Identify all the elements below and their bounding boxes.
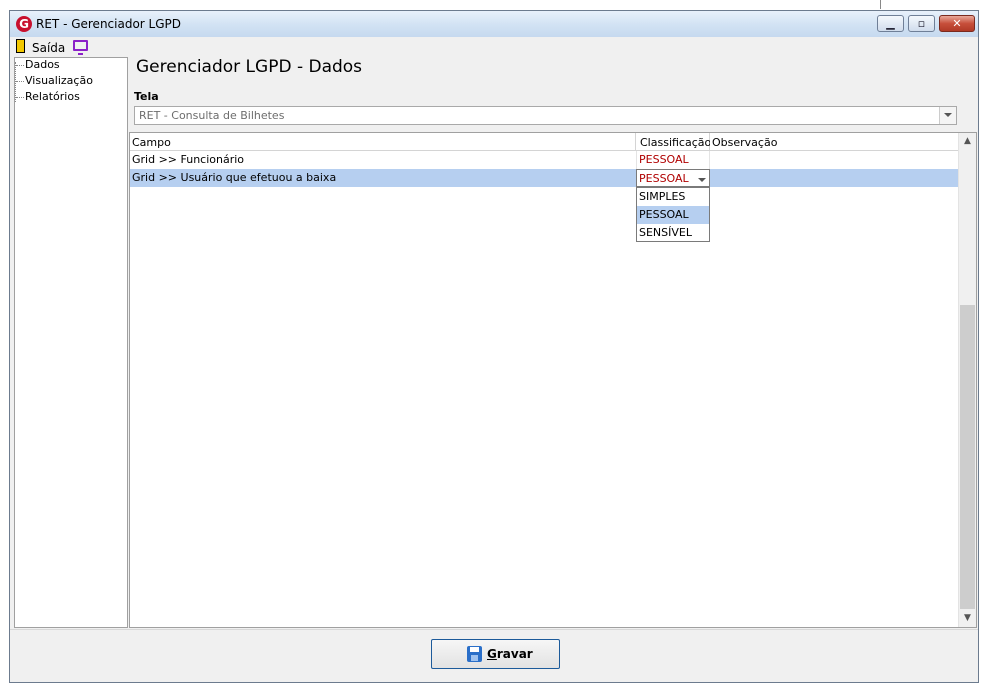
floppy-disk-icon (467, 646, 482, 662)
table-row[interactable]: Grid >> Funcionário PESSOAL (130, 151, 958, 169)
chevron-down-icon (944, 113, 952, 117)
menu-bar: Saída (10, 37, 978, 57)
table-row-selected[interactable]: Grid >> Usuário que efetuou a baixa PESS… (130, 169, 958, 187)
cell-classificacao-value: PESSOAL (639, 172, 689, 185)
chevron-down-icon (698, 178, 706, 182)
tree-connector (15, 62, 16, 102)
tree-item-relatorios[interactable]: Relatórios (16, 90, 80, 103)
maximize-icon: ▫ (917, 17, 926, 30)
footer-divider (10, 629, 978, 630)
minimize-icon: ▁ (886, 17, 895, 30)
minimize-button[interactable]: ▁ (877, 15, 904, 32)
page-title: Gerenciador LGPD - Dados (136, 57, 363, 77)
maximize-button[interactable]: ▫ (908, 15, 935, 32)
cell-classificacao[interactable]: PESSOAL (636, 151, 710, 169)
cell-dropdown-button[interactable] (694, 172, 709, 185)
dropdown-option-pessoal[interactable]: PESSOAL (637, 206, 709, 224)
close-button[interactable]: ✕ (939, 15, 975, 32)
column-header-campo[interactable]: Campo (130, 133, 636, 151)
data-grid: Campo Classificação Observação Grid >> F… (129, 132, 977, 628)
screen-select-value: RET - Consulta de Bilhetes (139, 109, 285, 122)
vertical-scrollbar[interactable]: ▲ ▼ (958, 133, 976, 627)
screen-select[interactable]: RET - Consulta de Bilhetes (134, 106, 957, 125)
dropdown-option-sensivel[interactable]: SENSÍVEL (637, 224, 709, 242)
column-header-classificacao[interactable]: Classificação (636, 133, 712, 151)
monitor-icon[interactable] (73, 40, 88, 55)
app-logo-icon: G (16, 16, 32, 32)
save-button-label: Gravar (487, 647, 533, 661)
column-header-label: Campo (132, 136, 171, 149)
cell-campo[interactable]: Grid >> Usuário que efetuou a baixa (132, 169, 634, 187)
dropdown-option-simples[interactable]: SIMPLES (637, 188, 709, 206)
menu-exit[interactable]: Saída (32, 41, 65, 55)
column-header-label: Observação (712, 136, 778, 149)
classification-dropdown-list: SIMPLES PESSOAL SENSÍVEL (636, 187, 710, 242)
cell-campo[interactable]: Grid >> Funcionário (132, 151, 634, 169)
decorative-line (880, 0, 881, 9)
scrollbar-thumb[interactable] (960, 305, 975, 609)
column-header-observacao[interactable]: Observação (710, 133, 958, 151)
title-bar[interactable]: G RET - Gerenciador LGPD ▁ ▫ ✕ (10, 11, 978, 38)
exit-door-icon[interactable] (16, 39, 25, 53)
close-icon: ✕ (952, 17, 962, 30)
navigation-tree: Dados Visualização Relatórios (14, 57, 128, 628)
scroll-up-icon[interactable]: ▲ (959, 133, 976, 150)
main-window: G RET - Gerenciador LGPD ▁ ▫ ✕ Saída Dad… (9, 10, 979, 683)
save-button[interactable]: Gravar (431, 639, 560, 669)
cell-classificacao-editor[interactable]: PESSOAL (636, 169, 710, 187)
window-title: RET - Gerenciador LGPD (36, 17, 182, 31)
tree-item-dados[interactable]: Dados (16, 58, 60, 71)
scroll-down-icon[interactable]: ▼ (959, 610, 976, 627)
screen-label: Tela (134, 90, 159, 103)
screen-select-dropdown-button[interactable] (939, 107, 956, 124)
tree-item-visualizacao[interactable]: Visualização (16, 74, 93, 87)
column-header-label: Classificação (640, 136, 712, 149)
